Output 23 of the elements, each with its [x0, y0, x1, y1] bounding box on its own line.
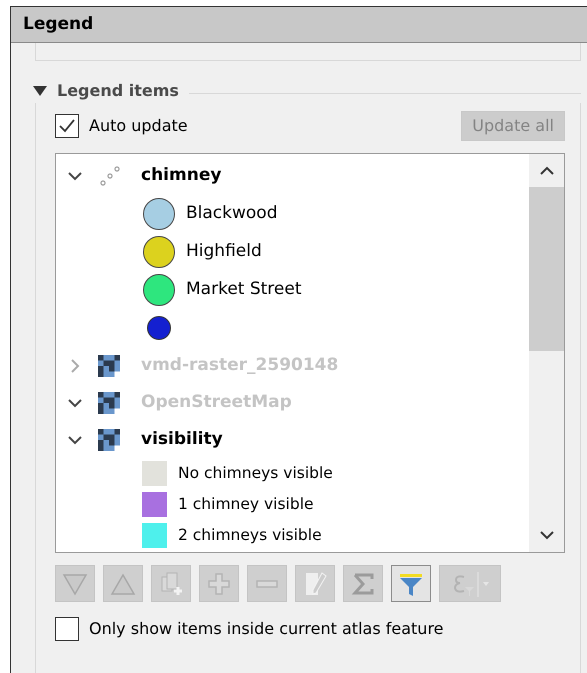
scrollbar-thumb[interactable]	[529, 187, 564, 351]
layer-name[interactable]: chimney	[141, 162, 222, 188]
legend-label: Market Street	[186, 278, 302, 302]
raster-layer-icon	[98, 392, 120, 414]
filter-button[interactable]	[391, 565, 431, 602]
legend-label: Highfield	[186, 240, 262, 264]
scrollbar[interactable]	[529, 154, 564, 552]
panel-title: Legend	[23, 12, 94, 36]
layer-name[interactable]: visibility	[141, 426, 223, 452]
legend-label: 1 chimney visible	[178, 494, 314, 515]
auto-update-label: Auto update	[89, 115, 188, 137]
scroll-up-icon[interactable]	[540, 166, 554, 175]
raster-layer-icon	[98, 428, 120, 450]
group-header[interactable]: Legend items	[33, 79, 179, 103]
auto-update-checkbox[interactable]	[55, 114, 79, 138]
legend-label: 2 chimneys visible	[178, 524, 322, 546]
point-layer-icon	[98, 164, 120, 186]
legend-label: No chimneys visible	[178, 462, 333, 484]
raster-layer-icon	[98, 354, 120, 376]
legend-label: Blackwood	[186, 202, 278, 226]
atlas-filter-checkbox[interactable]	[55, 617, 79, 641]
atlas-filter-label: Only show items inside current atlas feature	[89, 618, 444, 640]
scroll-down-icon[interactable]	[540, 531, 554, 540]
